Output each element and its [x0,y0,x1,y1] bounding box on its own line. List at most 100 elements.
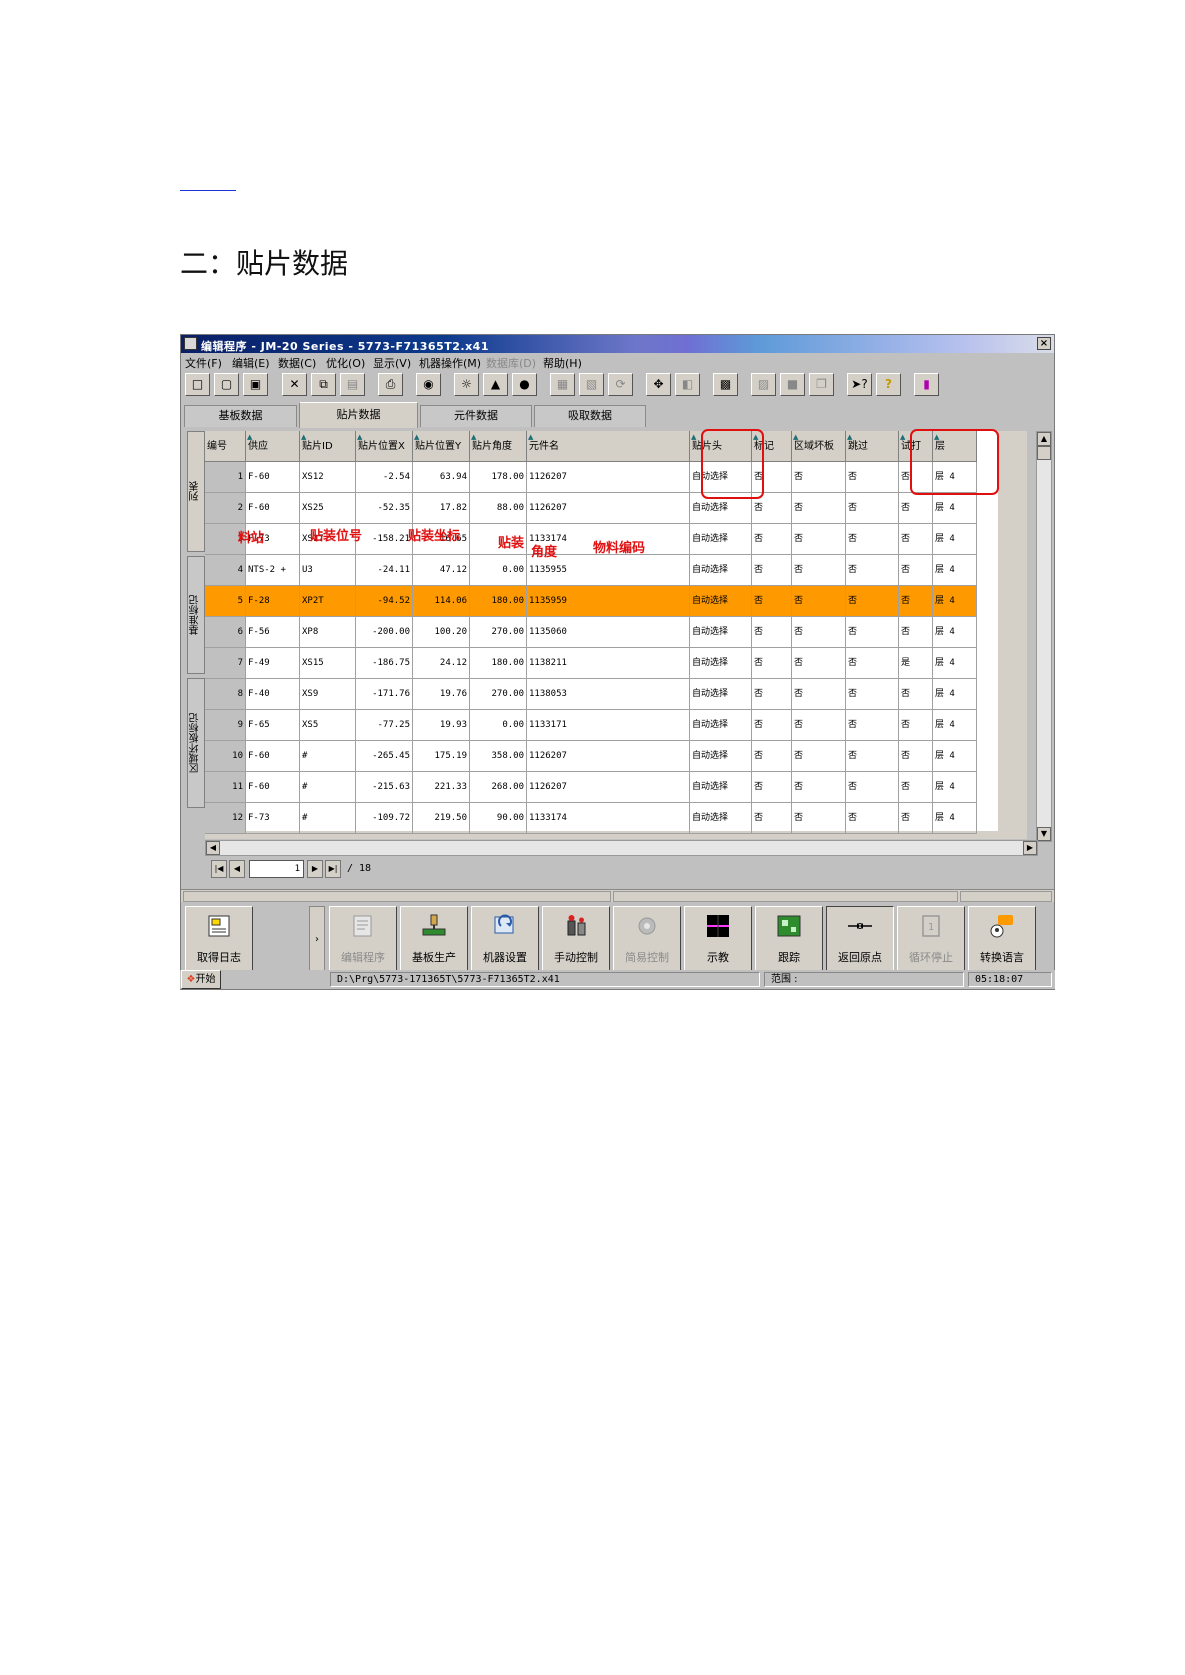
panel-icon[interactable]: ▨ [751,373,776,396]
col-feeder-cell[interactable]: F-56 [246,617,300,648]
col-placement-id-cell[interactable]: # [300,803,356,834]
next-page-icon[interactable]: ▶ [307,860,323,878]
col-angle-cell[interactable]: 178.00 [470,462,527,493]
col-angle-cell[interactable]: 88.00 [470,493,527,524]
table-row[interactable]: 6 F-56 XP8 -200.00 100.20 270.00 1135060 自动选择否否… [205,617,998,648]
col-mark-cell[interactable]: 否 [752,772,792,803]
edit-program-button[interactable]: 编辑程序 [329,906,397,974]
table-row[interactable]: 7 F-49 XS15 -186.75 24.12 180.00 1138211 自动选择否否… [205,648,998,679]
col-feeder-cell[interactable]: F-28 [246,586,300,617]
tab-pickup-data[interactable]: 吸取数据 [534,405,646,427]
col-mark-cell[interactable]: 否 [752,648,792,679]
menu-database[interactable]: 数据库(D) [486,355,536,371]
col-trial-cell[interactable]: 否 [899,772,933,803]
col-angle-cell[interactable]: 270.00 [470,617,527,648]
col-layer-cell[interactable]: 层 4 [933,555,977,586]
col-mark-cell[interactable]: 否 [752,524,792,555]
table-row[interactable]: 4 NTS-2 + U3 -24.11 47.12 0.00 1135955 自动选择否否否否… [205,555,998,586]
scroll-up-icon[interactable]: ▲ [1037,432,1051,446]
col-mark-cell[interactable]: 否 [752,741,792,772]
open-folder-icon[interactable]: ▢ [214,373,239,396]
col-bad-mark-cell[interactable]: 否 [792,462,846,493]
col-angle-cell[interactable]: 268.00 [470,772,527,803]
col-feeder-cell[interactable]: F-73 [246,803,300,834]
col-skip-cell[interactable]: 否 [846,710,899,741]
header-col-pos-y[interactable]: ▲ 贴片位置Y [413,431,470,462]
table-row[interactable]: 12 F-73 # -109.72 219.50 90.00 1133174 自动选择否否否否… [205,803,998,834]
menu-help[interactable]: 帮助(H) [543,355,582,371]
col-mark-cell[interactable]: 否 [752,710,792,741]
col-pos-x-cell[interactable]: -2.54 [356,462,413,493]
col-placement-id-cell[interactable]: XP8 [300,617,356,648]
menu-machine[interactable]: 机器操作(M) [419,355,481,371]
save-icon[interactable]: ▣ [243,373,268,396]
scroll-right-icon[interactable]: ▶ [1023,841,1037,855]
col-feeder-cell[interactable]: NTS-2 + [246,555,300,586]
col-layer-cell[interactable]: 层 4 [933,586,977,617]
col-trial-cell[interactable]: 否 [899,679,933,710]
col-head-cell[interactable]: 自动选择 [690,524,752,555]
menu-view[interactable]: 显示(V) [373,355,411,371]
col-part-name-cell[interactable]: 1135959 [527,586,690,617]
menu-file[interactable]: 文件(F) [185,355,222,371]
col-pos-y-cell[interactable]: 219.50 [413,803,470,834]
col-skip-cell[interactable]: 否 [846,462,899,493]
col-head-cell[interactable]: 自动选择 [690,586,752,617]
col-part-name-cell[interactable]: 1126207 [527,741,690,772]
col-part-name-cell[interactable]: 1133171 [527,710,690,741]
col-part-name-cell[interactable]: 1126207 [527,493,690,524]
col-feeder-cell[interactable]: F-49 [246,648,300,679]
col-pos-x-cell[interactable]: -24.11 [356,555,413,586]
col-skip-cell[interactable]: 否 [846,617,899,648]
col-angle-cell[interactable]: 0.00 [470,710,527,741]
col-placement-id-cell[interactable]: U3 [300,555,356,586]
tab-board-data[interactable]: 基板数据 [184,405,297,427]
menu-edit[interactable]: 编辑(E) [232,355,270,371]
col-trial-cell[interactable]: 否 [899,803,933,834]
print-icon[interactable]: ⎙ [378,373,403,396]
return-origin-button[interactable]: 返回原点 [826,906,894,974]
col-pos-y-cell[interactable]: 24.12 [413,648,470,679]
col-layer-cell[interactable]: 层 4 [933,524,977,555]
col-bad-mark-cell[interactable]: 否 [792,617,846,648]
col-skip-cell[interactable]: 否 [846,493,899,524]
col-trial-cell[interactable]: 否 [899,617,933,648]
col-angle-cell[interactable]: 180.00 [470,586,527,617]
col-placement-id-cell[interactable]: XS5 [300,710,356,741]
move-icon[interactable]: ✥ [646,373,671,396]
col-skip-cell[interactable]: 否 [846,741,899,772]
col-layer-cell[interactable]: 层 4 [933,741,977,772]
table-row[interactable]: 5 F-28 XP2T -94.52 114.06 180.00 1135959 自动选择否否… [205,586,998,617]
col-pos-y-cell[interactable]: 47.12 [413,555,470,586]
square-icon[interactable]: ■ [780,373,805,396]
header-col-number[interactable]: 编号 [205,431,246,462]
col-pos-y-cell[interactable]: 19.93 [413,710,470,741]
col-pos-y-cell[interactable]: 63.94 [413,462,470,493]
table-row[interactable]: 11 F-60 # -215.63 221.33 268.00 1126207 自动选择否否否… [205,772,998,803]
close-icon[interactable]: × [1037,337,1051,350]
header-col-skip[interactable]: ▲ 跳过 [846,431,899,462]
col-mark-cell[interactable]: 否 [752,679,792,710]
col-number-cell[interactable]: 9 [205,710,246,741]
header-col-bad-mark[interactable]: ▲ 区域坏板 [792,431,846,462]
menu-optimize[interactable]: 优化(O) [326,355,365,371]
horizontal-scrollbar[interactable]: ◀ ▶ [205,840,1038,856]
col-bad-mark-cell[interactable]: 否 [792,524,846,555]
col-trial-cell[interactable]: 否 [899,586,933,617]
components-icon[interactable]: ● [512,373,537,396]
table-row[interactable]: 9 F-65 XS5 -77.25 19.93 0.00 1133171 自动选择否否否否层 … [205,710,998,741]
simple-control-button[interactable]: 简易控制 [613,906,681,974]
side-tab-fiducial[interactable]: 基准标记 [187,556,205,674]
board-3d-icon[interactable]: ▧ [579,373,604,396]
col-pos-y-cell[interactable]: 100.20 [413,617,470,648]
trace-button[interactable]: 跟踪 [755,906,823,974]
col-head-cell[interactable]: 自动选择 [690,648,752,679]
layers-icon[interactable]: ❐ [809,373,834,396]
context-help-icon[interactable]: ➤? [847,373,872,396]
scroll-down-icon[interactable]: ▼ [1037,827,1051,841]
col-pos-x-cell[interactable]: -94.52 [356,586,413,617]
table-row[interactable]: 1 F-60 XS12 -2.54 63.94 178.00 1126207 自动选择否否否否… [205,462,998,493]
col-head-cell[interactable]: 自动选择 [690,710,752,741]
col-pos-y-cell[interactable]: 19.76 [413,679,470,710]
col-pos-x-cell[interactable]: -158.21 [356,524,413,555]
